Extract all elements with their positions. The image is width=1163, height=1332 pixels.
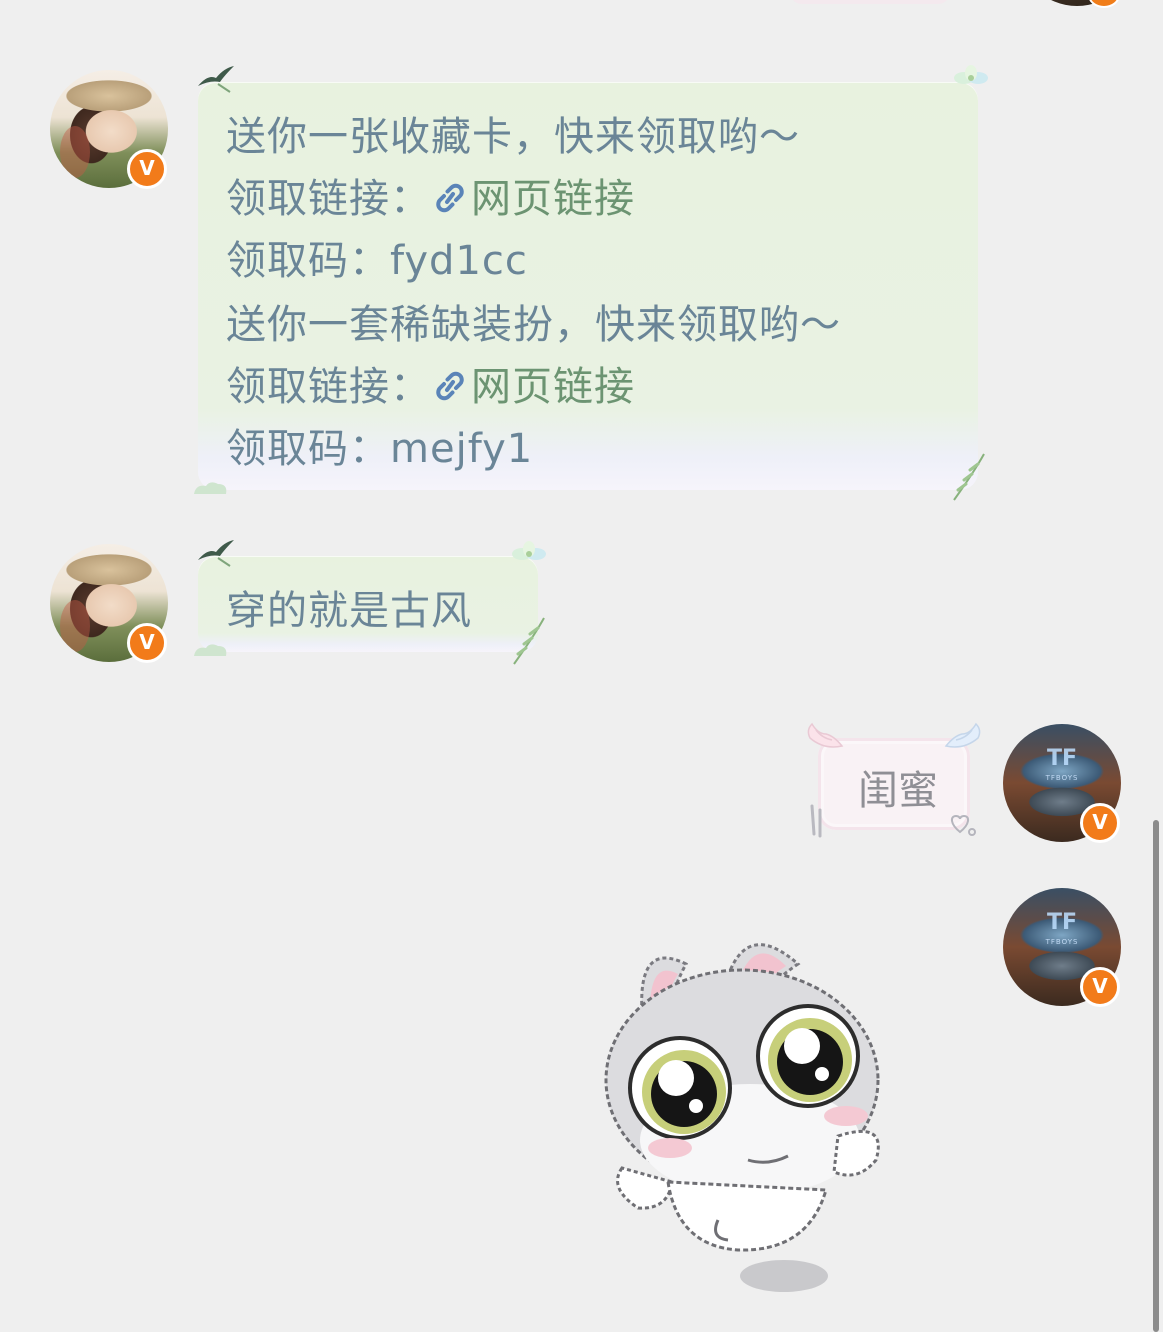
crying-kitten-sticker[interactable] bbox=[598, 920, 894, 1300]
link-label: 领取链接： bbox=[226, 176, 431, 222]
redeem-code: fyd1cc bbox=[390, 238, 528, 284]
link-icon bbox=[436, 183, 464, 213]
previous-message-bubble[interactable] bbox=[790, 0, 950, 4]
link-icon bbox=[436, 371, 464, 401]
flower-decoration-icon bbox=[954, 65, 988, 84]
my-avatar-cropped[interactable] bbox=[1018, 0, 1136, 6]
angel-wing-left-icon bbox=[807, 722, 844, 748]
verified-badge: V bbox=[1080, 803, 1120, 843]
web-link-text[interactable]: 网页链接 bbox=[471, 364, 635, 410]
message-line: 领取码：mejfy1 bbox=[226, 416, 533, 474]
tf-caption: TFBOYS bbox=[1045, 774, 1079, 782]
web-link[interactable]: 网页链接 bbox=[431, 176, 635, 222]
angel-wing-right-icon bbox=[944, 722, 981, 748]
message-text: 闺蜜 bbox=[858, 768, 938, 814]
scrollbar[interactable] bbox=[1153, 820, 1159, 1332]
message-text: 穿的就是古风 bbox=[226, 588, 472, 634]
message-line: 领取码：fyd1cc bbox=[226, 228, 528, 286]
message-line: 送你一张收藏卡，快来领取哟～ bbox=[226, 114, 800, 160]
code-label: 领取码： bbox=[226, 426, 390, 472]
redeem-code: mejfy1 bbox=[390, 426, 534, 472]
verified-badge: V bbox=[127, 623, 167, 663]
willow-decoration-icon bbox=[953, 453, 985, 501]
verified-badge: V bbox=[1080, 967, 1120, 1007]
tf-logo: TF bbox=[1046, 746, 1078, 771]
tf-caption: TFBOYS bbox=[1045, 938, 1079, 946]
message-line: 领取链接： 网页链接 bbox=[226, 166, 635, 224]
spark-decoration-icon bbox=[810, 804, 822, 838]
cloud-decoration-icon bbox=[194, 644, 227, 656]
message-line: 送你一套稀缺装扮，快来领取哟～ bbox=[226, 302, 841, 348]
heart-decoration-icon bbox=[950, 814, 976, 836]
message-line: 领取链接： 网页链接 bbox=[226, 354, 635, 412]
code-label: 领取码： bbox=[226, 238, 390, 284]
link-label: 领取链接： bbox=[226, 364, 431, 410]
flower-decoration-icon bbox=[512, 541, 546, 560]
tf-logo: TF bbox=[1046, 910, 1078, 935]
cloud-decoration-icon bbox=[194, 482, 227, 494]
verified-badge-cropped bbox=[1088, 0, 1120, 8]
web-link-text[interactable]: 网页链接 bbox=[471, 176, 635, 222]
swallow-decoration-icon bbox=[198, 540, 234, 567]
message-bubble-gift[interactable]: 送你一张收藏卡，快来领取哟～ 领取链接： 网页链接 领取码：fyd1cc 送你一套… bbox=[198, 82, 978, 490]
swallow-decoration-icon bbox=[198, 66, 234, 93]
verified-badge: V bbox=[127, 149, 167, 189]
web-link[interactable]: 网页链接 bbox=[431, 364, 635, 410]
message-bubble[interactable]: 穿的就是古风 bbox=[198, 556, 538, 652]
willow-decoration-icon bbox=[513, 617, 545, 665]
